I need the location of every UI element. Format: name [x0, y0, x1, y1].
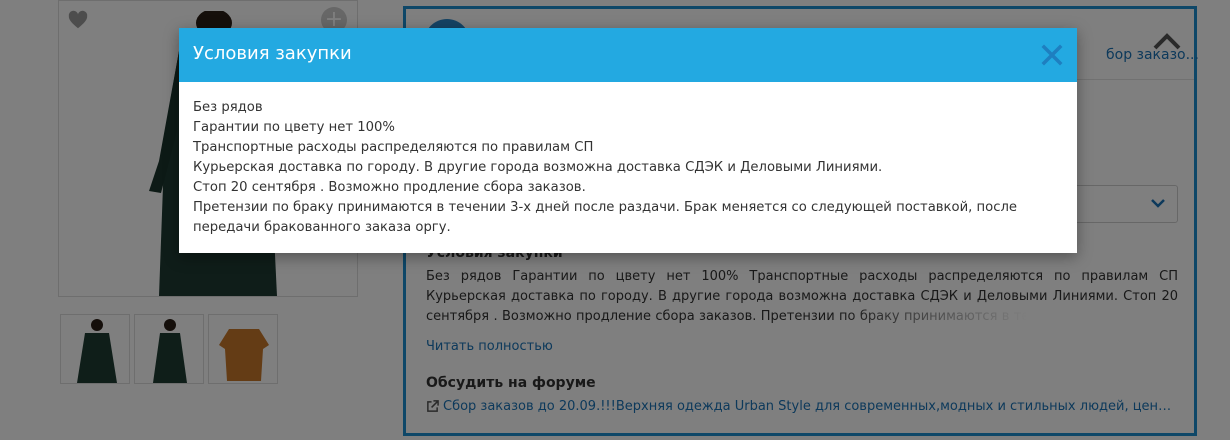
condition-line: Курьерская доставка по городу. В другие …: [193, 160, 883, 175]
modal-title: Условия закупки: [193, 43, 352, 64]
condition-line: Транспортные расходы распределяются по п…: [193, 140, 594, 155]
modal-body: Без рядов Гарантии по цвету нет 100% Тра…: [193, 98, 1053, 238]
condition-line: Без рядов: [193, 100, 263, 115]
condition-line: Стоп 20 сентября . Возможно продление сб…: [193, 180, 586, 195]
condition-line: Претензии по браку принимаются в течении…: [193, 200, 1018, 235]
close-icon[interactable]: [1041, 44, 1063, 66]
condition-line: Гарантии по цвету нет 100%: [193, 120, 395, 135]
modal-header: Условия закупки: [179, 28, 1077, 82]
purchase-conditions-modal: Условия закупки Без рядов Гарантии по цв…: [179, 28, 1077, 253]
